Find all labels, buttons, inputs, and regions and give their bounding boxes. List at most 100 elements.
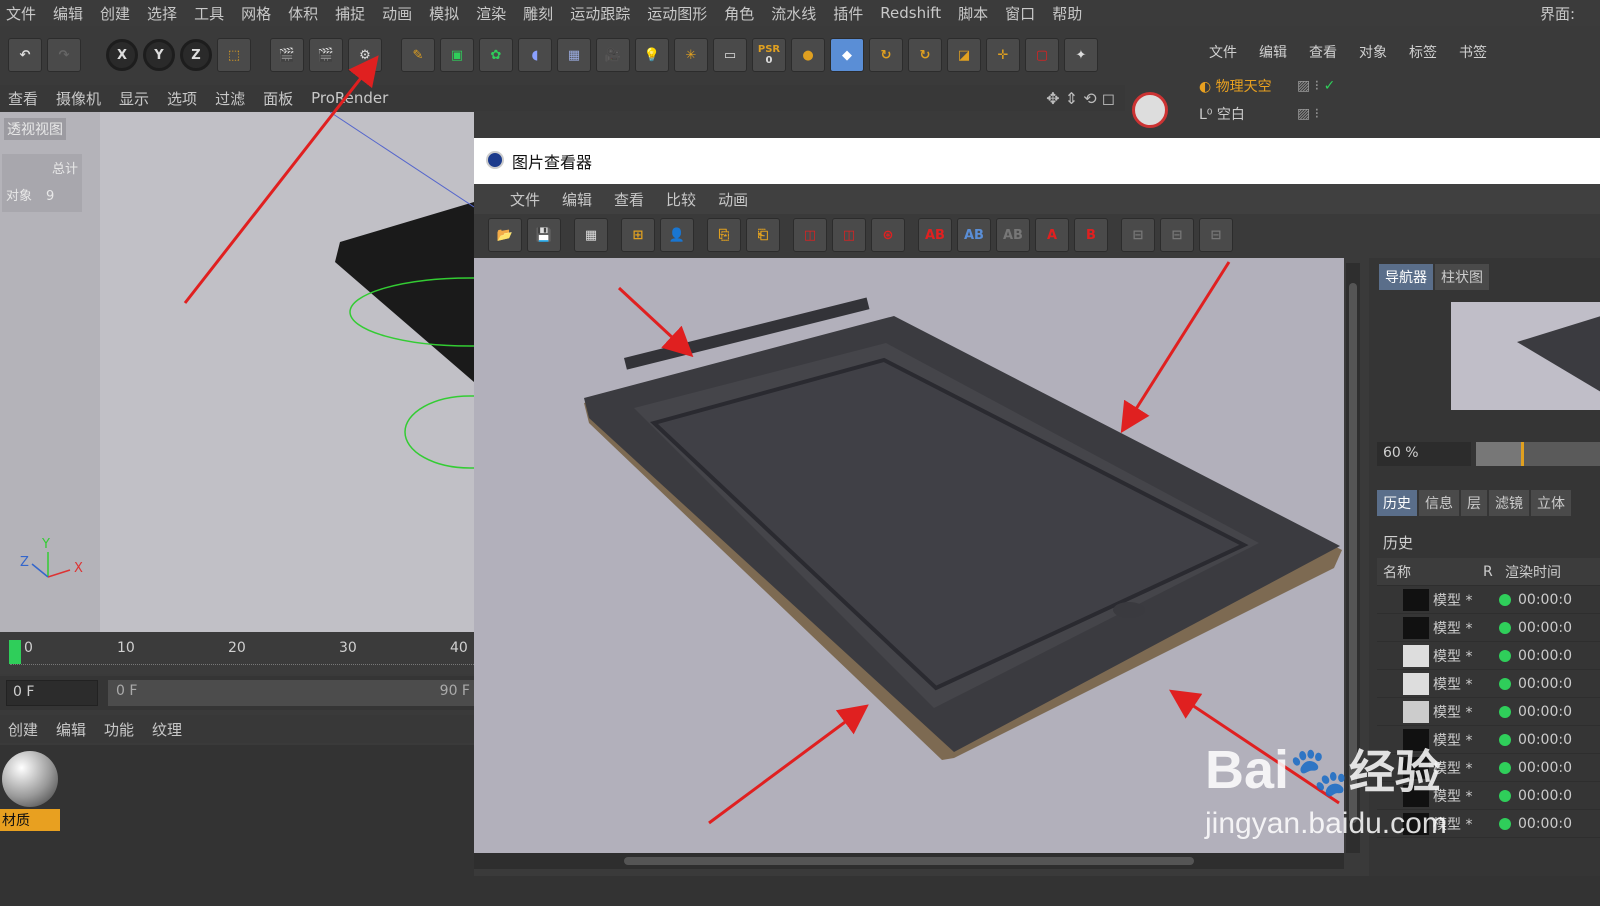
psr-icon[interactable]: PSR 0	[752, 38, 786, 72]
zoom-slider[interactable]	[1476, 442, 1600, 466]
rotate-icon[interactable]: ↻	[869, 38, 903, 72]
set-a-icon[interactable]: A	[1035, 218, 1069, 252]
object-visibility-icons[interactable]: ▨ ⁝	[1297, 106, 1319, 122]
viewer-menu-edit[interactable]: 编辑	[562, 189, 592, 210]
material-menu-function[interactable]: 功能	[104, 719, 134, 740]
object-row[interactable]: ◐ 物理天空	[1199, 76, 1272, 100]
material-menu-edit[interactable]: 编辑	[56, 719, 86, 740]
viewer-menu-view[interactable]: 查看	[614, 189, 644, 210]
tab-info[interactable]: 信息	[1419, 490, 1459, 516]
user-icon[interactable]: 👤	[660, 218, 694, 252]
rgb-channels-icon[interactable]: ⊛	[871, 218, 905, 252]
save-file-icon[interactable]: 💾	[527, 218, 561, 252]
material-name: 材质	[0, 809, 60, 831]
material-menu-texture[interactable]: 纹理	[152, 719, 182, 740]
history-row[interactable]: 模型 * 00:00:0	[1377, 586, 1600, 614]
history-row-time: 00:00:0	[1518, 591, 1572, 608]
menu-redshift[interactable]: Redshift	[880, 4, 941, 22]
menu-render[interactable]: 渲染	[476, 3, 506, 24]
history-row[interactable]: 模型 * 00:00:0	[1377, 698, 1600, 726]
move-icon[interactable]: ✛	[986, 38, 1020, 72]
deformer-icon[interactable]: ◖	[518, 38, 552, 72]
compare-ab-2-icon[interactable]: AB	[957, 218, 991, 252]
layout-label[interactable]: 界面:	[1540, 3, 1575, 24]
range-slider[interactable]: 0 F 90 F	[108, 680, 474, 706]
menu-script[interactable]: 脚本	[958, 3, 988, 24]
select-icon[interactable]: ▢	[1025, 38, 1059, 72]
history-row[interactable]: 模型 * 00:00:0	[1377, 614, 1600, 642]
view-cube-icon[interactable]: ◆	[830, 38, 864, 72]
viewer-menu-compare[interactable]: 比较	[666, 189, 696, 210]
viewer-menu-animate[interactable]: 动画	[718, 189, 748, 210]
viewer-menubar: 文件 编辑 查看 比较 动画	[474, 184, 1600, 214]
compare-ab-icon[interactable]: AB	[918, 218, 952, 252]
object-menu-edit[interactable]: 编辑	[1259, 42, 1287, 62]
current-frame-value: 0 F	[13, 684, 35, 700]
col-r[interactable]: R	[1483, 564, 1505, 580]
timeline[interactable]: 0 10 20 30 40	[0, 632, 474, 674]
tab-histogram[interactable]: 柱状图	[1435, 264, 1489, 290]
tab-history[interactable]: 历史	[1377, 490, 1417, 516]
compare-ab-3-icon[interactable]: AB	[996, 218, 1030, 252]
floor-icon[interactable]: ▦	[557, 38, 591, 72]
object-menu-file[interactable]: 文件	[1209, 42, 1237, 62]
tab-stereo[interactable]: 立体	[1531, 490, 1571, 516]
object-visibility-icons[interactable]: ▨ ⁝ ✓	[1297, 78, 1335, 94]
object-menu-objects[interactable]: 对象	[1359, 42, 1387, 62]
effector-icon[interactable]: ✳	[674, 38, 708, 72]
menu-mograph[interactable]: 运动图形	[647, 3, 707, 24]
layout-1-icon[interactable]: ⊟	[1121, 218, 1155, 252]
menu-character[interactable]: 角色	[724, 3, 754, 24]
menu-window[interactable]: 窗口	[1005, 3, 1035, 24]
misc-tool-icon[interactable]: ✦	[1064, 38, 1098, 72]
zoom-field[interactable]: 60 %	[1377, 442, 1471, 466]
rotate-active-icon[interactable]: ↻	[908, 38, 942, 72]
timeline-playhead[interactable]	[9, 640, 21, 664]
region-icon[interactable]: ⊞	[621, 218, 655, 252]
paste-icon[interactable]: ⎗	[746, 218, 780, 252]
col-name[interactable]: 名称	[1377, 562, 1483, 582]
history-row-time: 00:00:0	[1518, 815, 1572, 832]
window-titlebar[interactable]: 图片查看器	[474, 138, 1600, 184]
object-menu-bookmarks[interactable]: 书签	[1459, 42, 1487, 62]
navigator-preview[interactable]	[1451, 302, 1600, 410]
subdivision-icon[interactable]: ✿	[479, 38, 513, 72]
menu-plugins[interactable]: 插件	[833, 3, 863, 24]
tag-icon[interactable]: ▭	[713, 38, 747, 72]
current-frame-field[interactable]: 0 F	[6, 680, 98, 706]
viewer-menu-file[interactable]: 文件	[510, 189, 540, 210]
menu-help[interactable]: 帮助	[1052, 3, 1082, 24]
history-row[interactable]: 模型 * 00:00:0	[1377, 670, 1600, 698]
layout-2-icon[interactable]: ⊟	[1160, 218, 1194, 252]
menu-pipeline[interactable]: 流水线	[771, 3, 816, 24]
light-icon[interactable]: 💡	[635, 38, 669, 72]
range-start: 0 F	[116, 683, 138, 699]
material-menu-create[interactable]: 创建	[8, 719, 38, 740]
object-menu-view[interactable]: 查看	[1309, 42, 1337, 62]
copy-icon[interactable]: ⎘	[707, 218, 741, 252]
open-file-icon[interactable]: 📂	[488, 218, 522, 252]
object-row[interactable]: L⁰ 空白	[1199, 104, 1245, 128]
tab-navigator[interactable]: 导航器	[1379, 264, 1433, 290]
col-render-time[interactable]: 渲染时间	[1505, 562, 1561, 582]
grid-icon[interactable]: ▦	[574, 218, 608, 252]
viewport-nav-icons[interactable]: ✥ ⇕ ⟲ ◻	[1046, 89, 1115, 108]
view-split-icon[interactable]: ◫	[832, 218, 866, 252]
tab-filter[interactable]: 滤镜	[1489, 490, 1529, 516]
menu-sculpt[interactable]: 雕刻	[523, 3, 553, 24]
camera-icon[interactable]: 🎥	[596, 38, 630, 72]
menu-motion-tracking[interactable]: 运动跟踪	[570, 3, 630, 24]
range-end: 90 F	[439, 683, 470, 699]
history-row[interactable]: 模型 * 00:00:0	[1377, 642, 1600, 670]
globe-icon[interactable]	[1132, 92, 1168, 128]
set-b-icon[interactable]: B	[1074, 218, 1108, 252]
xyz-icon[interactable]: ●	[791, 38, 825, 72]
status-bar	[474, 876, 1600, 906]
object-menu-tags[interactable]: 标签	[1409, 42, 1437, 62]
scale-icon[interactable]: ◪	[947, 38, 981, 72]
material-swatch[interactable]: 材质	[0, 751, 60, 833]
layout-3-icon[interactable]: ⊟	[1199, 218, 1233, 252]
tab-layers[interactable]: 层	[1461, 490, 1487, 516]
tick-30: 30	[339, 640, 357, 656]
view-single-icon[interactable]: ◫	[793, 218, 827, 252]
